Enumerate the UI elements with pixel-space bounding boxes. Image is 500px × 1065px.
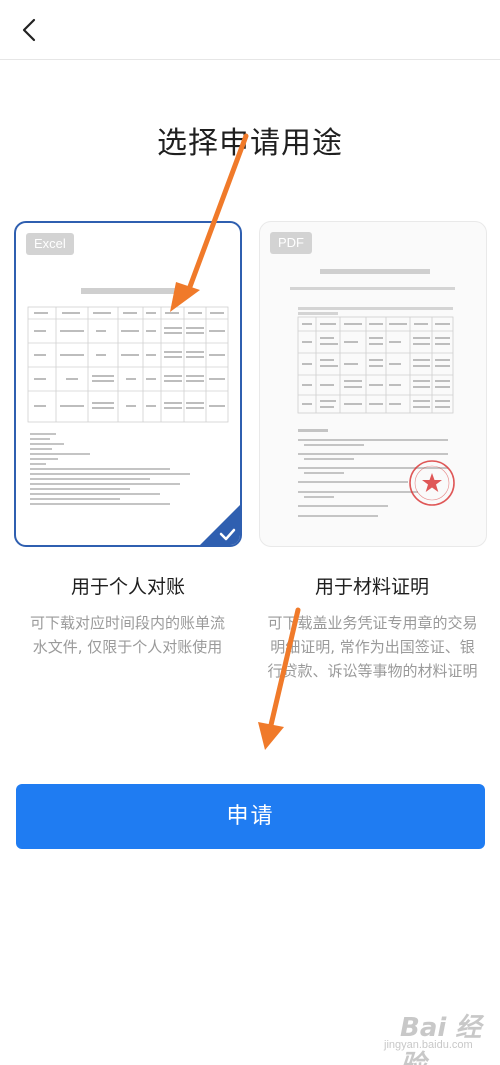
apply-button[interactable]: 申请 [16, 784, 485, 849]
watermark-logo-text: Bai 经验 [400, 1013, 482, 1065]
excel-format-badge: Excel [26, 233, 74, 255]
top-nav-bar [0, 0, 500, 60]
option-title-personal-reconciliation: 用于个人对账 [70, 576, 185, 598]
selected-check-icon [200, 505, 240, 545]
back-button[interactable] [12, 12, 48, 48]
pdf-document-preview [290, 269, 455, 517]
option-description-personal-reconciliation: 可下载对应时间段内的账单流水文件, 仅限于个人对账使用 [29, 614, 225, 656]
chevron-left-icon [22, 18, 36, 42]
watermark-url: jingyan.baidu.com [384, 1039, 473, 1051]
option-description-material-proof: 可下载盖业务凭证专用章的交易明细证明, 常作为出国签证、银行贷款、诉讼等事物的材… [267, 614, 478, 680]
pdf-format-badge: PDF [270, 232, 312, 254]
option-title-material-proof: 用于材料证明 [314, 576, 429, 598]
option-card-personal-reconciliation[interactable]: Excel [14, 221, 242, 547]
baidu-watermark: Bai 经验 jingyan.baidu.com [378, 1005, 493, 1065]
excel-document-preview [27, 288, 229, 505]
option-card-material-proof[interactable]: PDF [259, 221, 487, 547]
page-title: 选择申请用途 [157, 126, 343, 161]
